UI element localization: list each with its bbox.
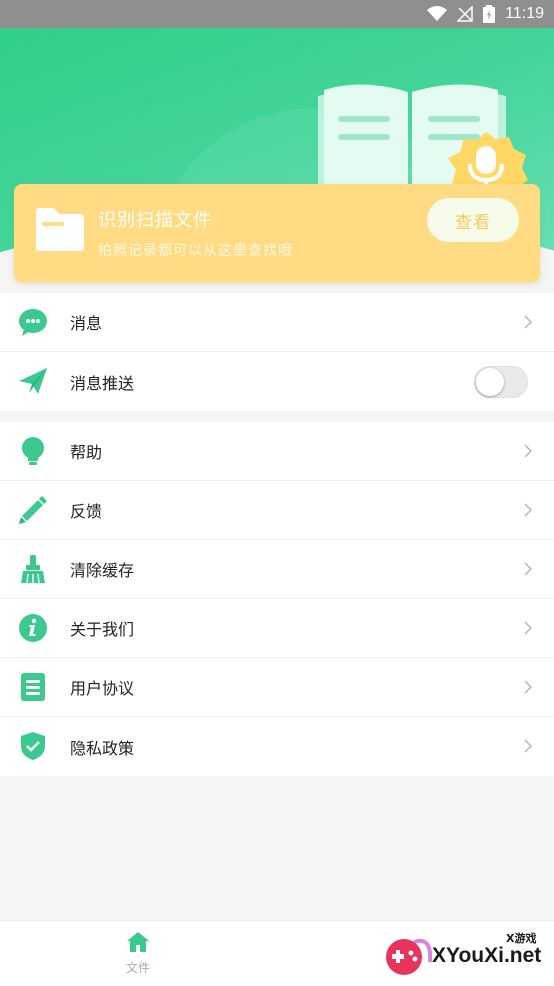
chevron-right-icon xyxy=(524,739,532,753)
row-messages[interactable]: 消息 xyxy=(0,293,554,352)
row-label: 帮助 xyxy=(70,443,103,462)
battery-icon xyxy=(483,5,496,23)
row-label: 清除缓存 xyxy=(70,561,135,580)
row-push-notifications: 消息推送 xyxy=(0,352,554,411)
row-help[interactable]: 帮助 xyxy=(0,422,554,481)
nav-tab-files[interactable]: 文件 xyxy=(112,931,164,976)
pencil-icon xyxy=(19,496,47,524)
scan-card-title: 识别扫描文件 xyxy=(98,210,212,231)
row-label: 反馈 xyxy=(70,502,103,521)
chevron-right-icon xyxy=(524,444,532,458)
document-list-icon xyxy=(21,673,45,701)
row-label: 隐私政策 xyxy=(70,738,135,758)
chevron-right-icon xyxy=(524,562,532,576)
view-button[interactable]: 查看 xyxy=(427,198,519,242)
folder-icon xyxy=(36,208,84,251)
row-user-agreement[interactable]: 用户协议 xyxy=(0,658,554,717)
status-time: 11:19 xyxy=(505,5,544,22)
chevron-right-icon xyxy=(524,503,532,517)
row-label: 用户协议 xyxy=(70,679,135,698)
watermark: X游戏 XYouXi.net xyxy=(384,928,550,984)
settings-group-general: 帮助 反馈 清除缓存 关于我们 用户协议 隐私政策 xyxy=(0,422,554,776)
gamepad-logo-icon xyxy=(386,939,433,975)
status-bar: 11:19 xyxy=(0,0,554,28)
no-signal-icon xyxy=(457,6,473,22)
chevron-right-icon xyxy=(524,315,532,329)
row-privacy-policy[interactable]: 隐私政策 xyxy=(0,717,554,776)
row-clear-cache[interactable]: 清除缓存 xyxy=(0,540,554,599)
push-toggle[interactable] xyxy=(474,366,528,398)
row-label: 消息 xyxy=(70,314,103,333)
chevron-right-icon xyxy=(524,621,532,635)
home-icon xyxy=(127,932,149,952)
row-about-us[interactable]: 关于我们 xyxy=(0,599,554,658)
wifi-icon xyxy=(427,6,448,21)
info-icon xyxy=(19,614,47,642)
broom-icon xyxy=(21,555,45,584)
paper-plane-icon xyxy=(19,368,47,394)
scan-files-card[interactable]: 识别扫描文件 拍照记录都可以从这里查找哦 查看 xyxy=(14,184,540,282)
row-label: 消息推送 xyxy=(70,373,135,393)
message-bubble-icon xyxy=(19,309,47,336)
settings-group-messages: 消息 消息推送 xyxy=(0,293,554,411)
row-label: 关于我们 xyxy=(70,620,135,639)
watermark-text: XYouXi.net xyxy=(432,944,542,967)
nav-tab-label: 文件 xyxy=(125,961,150,975)
chevron-right-icon xyxy=(524,680,532,694)
row-feedback[interactable]: 反馈 xyxy=(0,481,554,540)
lightbulb-icon xyxy=(22,437,44,465)
shield-check-icon xyxy=(21,732,45,760)
scan-card-subtitle: 拍照记录都可以从这里查找哦 xyxy=(98,243,293,259)
